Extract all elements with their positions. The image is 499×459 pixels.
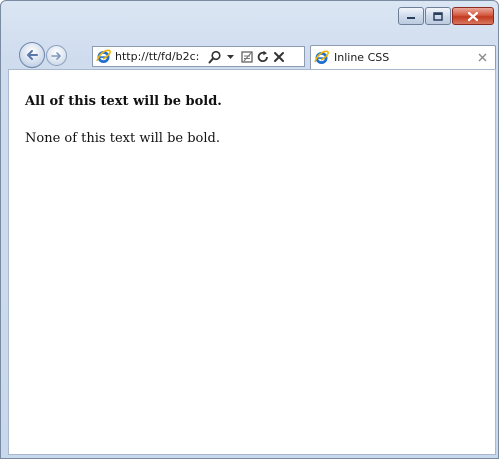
tab-ie-logo-icon — [313, 49, 330, 66]
stop-icon[interactable] — [271, 49, 287, 65]
ie-logo-icon — [95, 48, 112, 65]
page-content: All of this text will be bold. None of t… — [8, 69, 496, 455]
search-icon[interactable] — [207, 49, 223, 65]
close-icon — [467, 11, 479, 22]
close-button[interactable] — [452, 7, 494, 25]
url-text[interactable]: http://tt/fd/b2c: — [115, 50, 207, 63]
minimize-button[interactable] — [398, 7, 424, 25]
minimize-icon — [406, 12, 416, 20]
browser-window: http://tt/fd/b2c: Inline CSS All of this… — [0, 0, 499, 459]
maximize-icon — [433, 11, 443, 21]
normal-paragraph: None of this text will be bold. — [25, 131, 220, 146]
title-bar[interactable] — [1, 1, 498, 35]
back-arrow-icon — [25, 46, 39, 65]
dropdown-icon[interactable] — [223, 49, 239, 65]
tab-title: Inline CSS — [334, 51, 390, 64]
caption-buttons — [398, 7, 494, 25]
bold-paragraph: All of this text will be bold. — [25, 94, 222, 109]
maximize-button[interactable] — [425, 7, 451, 25]
navigation-bar: http://tt/fd/b2c: Inline CSS — [1, 37, 498, 69]
address-bar[interactable]: http://tt/fd/b2c: — [92, 46, 305, 67]
forward-button[interactable] — [46, 45, 67, 66]
refresh-icon[interactable] — [255, 49, 271, 65]
forward-arrow-icon — [50, 46, 63, 65]
tab-inline-css[interactable]: Inline CSS — [310, 45, 496, 69]
compatibility-view-icon[interactable] — [239, 49, 255, 65]
tab-close-icon[interactable] — [475, 53, 489, 62]
back-button[interactable] — [19, 42, 45, 68]
